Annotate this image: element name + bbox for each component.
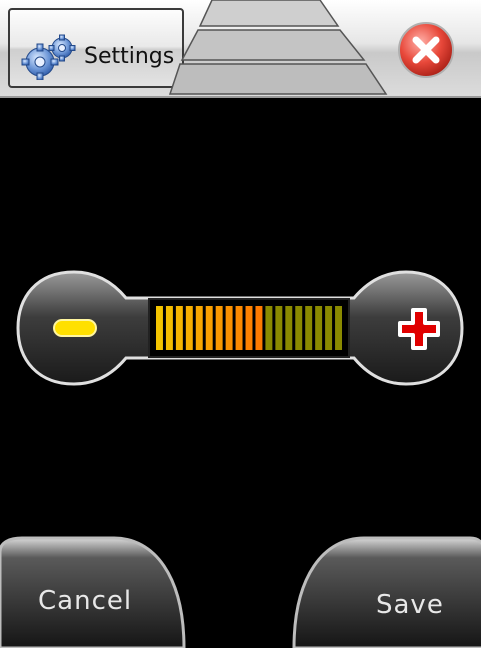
meter-segment <box>205 306 213 350</box>
meter-segment <box>245 306 253 350</box>
settings-tab[interactable]: Settings <box>8 8 184 88</box>
minus-icon <box>53 319 97 337</box>
meter-segment <box>325 306 333 350</box>
decrease-button[interactable] <box>50 310 100 346</box>
close-button[interactable] <box>396 20 456 80</box>
meter-segment <box>265 306 273 350</box>
meter-segment <box>215 306 223 350</box>
increase-button[interactable] <box>396 306 442 352</box>
meter-segment <box>285 306 293 350</box>
meter-segment <box>275 306 283 350</box>
meter-segment <box>335 306 342 350</box>
title-bar: Settings <box>0 0 481 98</box>
tab-decoration <box>168 0 388 95</box>
plus-icon <box>398 308 440 350</box>
level-meter <box>148 298 350 358</box>
cancel-label: Cancel <box>38 586 133 616</box>
save-label: Save <box>376 590 444 620</box>
meter-segment <box>295 306 303 350</box>
meter-segment <box>255 306 263 350</box>
meter-segment <box>156 306 163 350</box>
meter-segment <box>195 306 203 350</box>
meter-segment <box>305 306 313 350</box>
gears-icon <box>21 34 76 80</box>
meter-segment <box>315 306 323 350</box>
meter-segment <box>185 306 193 350</box>
meter-segment <box>165 306 173 350</box>
meter-segment <box>225 306 233 350</box>
meter-segment <box>235 306 243 350</box>
meter-segment <box>175 306 183 350</box>
